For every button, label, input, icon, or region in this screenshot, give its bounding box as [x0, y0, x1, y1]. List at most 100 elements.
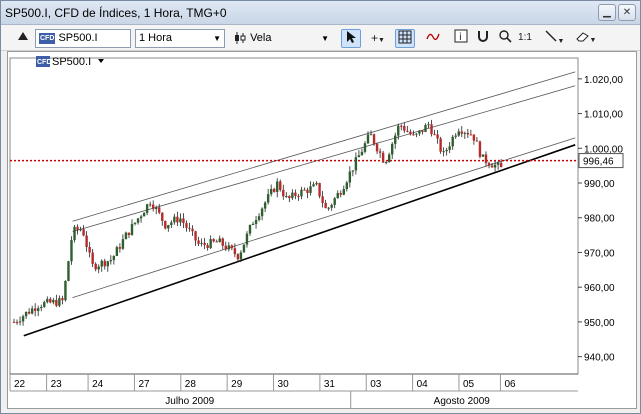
candle-body: [475, 140, 479, 142]
candle-body: [118, 247, 122, 249]
triangle-up-icon: [18, 32, 28, 40]
candle-body: [387, 154, 391, 163]
candle-body: [285, 196, 288, 198]
candle-body: [300, 189, 303, 197]
grid-tool-button[interactable]: [395, 29, 415, 48]
x-tick-label: 31: [324, 379, 336, 390]
close-button[interactable]: ✕: [618, 4, 636, 21]
symbol-select[interactable]: CFD SP500.I: [35, 29, 131, 48]
candle-body: [33, 308, 37, 311]
candle-body: [327, 207, 330, 209]
indicators-button[interactable]: [421, 29, 447, 48]
minimize-button[interactable]: ▁: [598, 4, 616, 21]
candle-body: [151, 204, 155, 210]
candle-body: [445, 149, 448, 152]
title-bar[interactable]: SP500.I, CFD de Índices, 1 Hora, TMG+0 ▁…: [1, 1, 640, 25]
info-button[interactable]: i: [451, 29, 471, 48]
candle-body: [185, 223, 188, 228]
cursor-tool-button[interactable]: [341, 29, 361, 48]
candle-body: [457, 131, 460, 136]
candle-body: [321, 196, 324, 203]
candle-body: [70, 240, 73, 262]
chart-style-select[interactable]: Vela ▼: [229, 29, 333, 48]
candle-body: [276, 181, 279, 192]
plot-area[interactable]: [9, 57, 579, 375]
candle-body: [394, 135, 397, 144]
collapse-button[interactable]: [13, 29, 33, 48]
candle-body: [167, 225, 170, 229]
candle-body: [363, 143, 367, 152]
cursor-icon: [347, 31, 356, 43]
candle-body: [55, 299, 58, 306]
candle-body: [397, 125, 400, 136]
zoom-button[interactable]: [495, 29, 515, 48]
symbol-value: SP500.I: [58, 32, 98, 44]
candle-body: [188, 227, 191, 229]
candle-body: [378, 151, 382, 153]
zoom-icon: [499, 30, 512, 43]
x-tick-label: 06: [504, 379, 516, 390]
candle-body: [442, 151, 445, 153]
timeframe-select[interactable]: 1 Hora ▼: [135, 29, 225, 48]
candle-body: [103, 260, 106, 267]
eraser-icon: [575, 32, 589, 42]
candle-body: [239, 252, 243, 260]
close-icon: ✕: [622, 7, 632, 18]
candle-body: [333, 198, 336, 205]
candle-body: [176, 216, 179, 223]
one-to-one-button[interactable]: 1:1: [515, 29, 535, 48]
candle-body: [282, 189, 285, 197]
candle-body: [106, 261, 109, 267]
candle-body: [136, 218, 140, 223]
y-tick-label: 950,00: [584, 318, 615, 329]
candle-body: [433, 134, 436, 136]
window-title: SP500.I, CFD de Índices, 1 Hora, TMG+0: [5, 6, 227, 20]
candle-body: [421, 130, 424, 132]
candle-body: [260, 208, 264, 217]
candle-body: [342, 189, 345, 195]
eraser-tool-button[interactable]: ▼: [573, 29, 599, 48]
candle-body: [161, 212, 164, 221]
candle-body: [91, 252, 94, 264]
chart-toolbar: CFD SP500.I 1 Hora ▼ Vela ▼ +▼ i 1:1 ▼ ▼: [1, 25, 640, 51]
candle-body: [375, 143, 379, 152]
y-tick-label: 1.020,00: [584, 75, 623, 86]
x-tick-label: 05: [463, 379, 475, 390]
candle-body: [236, 254, 240, 260]
price-chart[interactable]: CFD SP500.I 1.020,00 1.010,00 1.000,00 990,00…: [7, 51, 637, 409]
candle-body: [469, 134, 473, 136]
trendline-tool-button[interactable]: ▼: [541, 29, 567, 48]
candle-body: [212, 239, 215, 242]
chevron-down-icon: ▼: [213, 34, 221, 43]
candle-body: [273, 188, 276, 192]
grid-icon: [398, 30, 412, 44]
y-tick-label: 980,00: [584, 214, 615, 225]
candle-body: [391, 143, 394, 155]
candle-body: [336, 193, 339, 199]
candle-body: [451, 136, 454, 147]
candle-body: [381, 152, 385, 163]
crosshair-tool-button[interactable]: +▼: [365, 29, 391, 48]
candle-body: [179, 218, 182, 223]
month-label: Julho 2009: [165, 396, 214, 407]
y-tick-label: 940,00: [584, 353, 615, 364]
candle-body: [224, 245, 227, 250]
candle-body: [127, 232, 131, 235]
candle-body: [218, 238, 221, 243]
chart-canvas[interactable]: CFD SP500.I1.020,001.010,001.000,00990,00…: [8, 52, 636, 408]
chevron-down-icon: ▼: [378, 37, 385, 44]
candle-body: [233, 248, 237, 255]
candle-body: [203, 242, 206, 246]
candle-body: [85, 235, 88, 248]
candle-body: [130, 223, 134, 235]
candle-body: [384, 162, 388, 164]
candle-body: [372, 134, 376, 144]
candle-body: [112, 255, 116, 261]
candle-body: [206, 245, 209, 249]
price-label: 996,46: [583, 157, 614, 168]
candle-body: [484, 154, 488, 164]
magnet-button[interactable]: [473, 29, 493, 48]
candle-body: [191, 228, 194, 232]
candle-body: [194, 231, 197, 241]
candle-body: [37, 308, 40, 311]
